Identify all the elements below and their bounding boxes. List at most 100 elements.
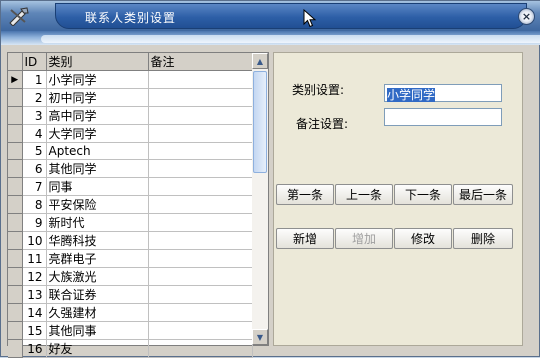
row-selector[interactable] xyxy=(8,267,23,286)
cell-note[interactable] xyxy=(148,249,253,268)
cell-id[interactable]: 8 xyxy=(22,195,47,214)
row-selector[interactable] xyxy=(8,231,23,250)
first-record-button[interactable]: 第一条 xyxy=(276,184,334,205)
cell-category[interactable]: 初中同学 xyxy=(46,88,149,107)
table-row[interactable]: 8 平安保险 xyxy=(8,195,253,214)
table-row[interactable]: 16 好友 xyxy=(8,339,253,358)
new-button[interactable]: 新增 xyxy=(276,228,334,249)
table-row[interactable]: 13 联合证券 xyxy=(8,285,253,304)
cell-id[interactable]: 1 xyxy=(22,70,47,89)
table-row[interactable]: ▶ 1 小学同学 xyxy=(8,70,253,89)
cell-category[interactable]: 久强建材 xyxy=(46,303,149,322)
cell-id[interactable]: 11 xyxy=(22,249,47,268)
cell-category[interactable]: 其他同事 xyxy=(46,321,149,340)
cell-category[interactable]: 平安保险 xyxy=(46,195,149,214)
cell-id[interactable]: 12 xyxy=(22,267,47,286)
cell-id[interactable]: 9 xyxy=(22,213,47,232)
title-bar[interactable]: 联系人类别设置 × xyxy=(1,1,540,31)
cell-note[interactable] xyxy=(148,70,253,89)
previous-record-button[interactable]: 上一条 xyxy=(335,184,393,205)
row-selector[interactable] xyxy=(8,339,23,358)
cell-id[interactable]: 7 xyxy=(22,177,47,196)
cell-id[interactable]: 10 xyxy=(22,231,47,250)
row-selector[interactable] xyxy=(8,88,23,107)
cell-category[interactable]: 好友 xyxy=(46,339,149,358)
row-selector[interactable] xyxy=(8,142,23,160)
column-header-category[interactable]: 类别 xyxy=(46,53,149,71)
cell-note[interactable] xyxy=(148,124,253,143)
cell-id[interactable]: 5 xyxy=(22,142,47,160)
row-selector[interactable] xyxy=(8,285,23,304)
edit-button[interactable]: 修改 xyxy=(394,228,452,249)
column-header-id[interactable]: ID xyxy=(22,53,47,71)
row-selector[interactable] xyxy=(8,177,23,196)
cell-note[interactable] xyxy=(148,303,253,322)
cell-note[interactable] xyxy=(148,267,253,286)
cell-category[interactable]: 其他同学 xyxy=(46,159,149,178)
row-selector[interactable] xyxy=(8,213,23,232)
vertical-scrollbar[interactable]: ▲ ▼ xyxy=(252,53,268,345)
category-field[interactable]: 小学同学 xyxy=(384,84,502,102)
table-row[interactable]: 12 大族激光 xyxy=(8,267,253,286)
cell-id[interactable]: 13 xyxy=(22,285,47,304)
row-selector[interactable] xyxy=(8,124,23,143)
table-row[interactable]: 3 高中同学 xyxy=(8,106,253,125)
table-row[interactable]: 9 新时代 xyxy=(8,213,253,232)
cell-category[interactable]: 大族激光 xyxy=(46,267,149,286)
scroll-up-button[interactable]: ▲ xyxy=(252,53,268,69)
cell-note[interactable] xyxy=(148,339,253,358)
cell-id[interactable]: 14 xyxy=(22,303,47,322)
scroll-down-button[interactable]: ▼ xyxy=(252,329,268,345)
close-button[interactable]: × xyxy=(518,8,535,25)
cell-category[interactable]: 联合证券 xyxy=(46,285,149,304)
add-button[interactable]: 增加 xyxy=(335,228,393,249)
row-selector[interactable] xyxy=(8,321,23,340)
cell-note[interactable] xyxy=(148,321,253,340)
row-selector[interactable] xyxy=(8,106,23,125)
column-header-note[interactable]: 备注 xyxy=(148,53,253,71)
last-record-button[interactable]: 最后一条 xyxy=(453,184,513,205)
row-selector[interactable] xyxy=(8,303,23,322)
table-row[interactable]: 4 大学同学 xyxy=(8,124,253,143)
table-row[interactable]: 14 久强建材 xyxy=(8,303,253,322)
row-selector[interactable] xyxy=(8,195,23,214)
next-record-button[interactable]: 下一条 xyxy=(394,184,452,205)
cell-category[interactable]: 同事 xyxy=(46,177,149,196)
row-selector[interactable] xyxy=(8,159,23,178)
cell-id[interactable]: 6 xyxy=(22,159,47,178)
cell-note[interactable] xyxy=(148,285,253,304)
cell-id[interactable]: 3 xyxy=(22,106,47,125)
cell-category[interactable]: 高中同学 xyxy=(46,106,149,125)
cell-note[interactable] xyxy=(148,159,253,178)
table-row[interactable]: 6 其他同学 xyxy=(8,159,253,178)
cell-id[interactable]: 2 xyxy=(22,88,47,107)
cell-category[interactable]: 亮群电子 xyxy=(46,249,149,268)
cell-category[interactable]: 小学同学 xyxy=(46,70,149,89)
cell-category[interactable]: 华腾科技 xyxy=(46,231,149,250)
cell-category[interactable]: 新时代 xyxy=(46,213,149,232)
cell-note[interactable] xyxy=(148,142,253,160)
cell-id[interactable]: 4 xyxy=(22,124,47,143)
note-field[interactable] xyxy=(384,108,502,126)
cell-note[interactable] xyxy=(148,231,253,250)
table-row[interactable]: 5 Aptech xyxy=(8,142,253,160)
cell-id[interactable]: 15 xyxy=(22,321,47,340)
cell-note[interactable] xyxy=(148,88,253,107)
table-row[interactable]: 15 其他同事 xyxy=(8,321,253,340)
scroll-thumb[interactable] xyxy=(253,71,267,173)
table-row[interactable]: 2 初中同学 xyxy=(8,88,253,107)
cell-category[interactable]: 大学同学 xyxy=(46,124,149,143)
category-grid[interactable]: ID 类别 备注 ▶ 1 小学同学 2 初中同学 3 高中同学 4 大学同学 5 Aptech 6 其他… xyxy=(7,52,269,358)
delete-button[interactable]: 删除 xyxy=(453,228,513,249)
cell-note[interactable] xyxy=(148,195,253,214)
table-row[interactable]: 10 华腾科技 xyxy=(8,231,253,250)
row-selector[interactable] xyxy=(8,249,23,268)
cell-note[interactable] xyxy=(148,177,253,196)
table-row[interactable]: 7 同事 xyxy=(8,177,253,196)
cell-note[interactable] xyxy=(148,213,253,232)
row-selector[interactable]: ▶ xyxy=(8,70,23,89)
table-row[interactable]: 11 亮群电子 xyxy=(8,249,253,268)
cell-category[interactable]: Aptech xyxy=(46,142,149,160)
cell-note[interactable] xyxy=(148,106,253,125)
cell-id[interactable]: 16 xyxy=(22,339,47,358)
